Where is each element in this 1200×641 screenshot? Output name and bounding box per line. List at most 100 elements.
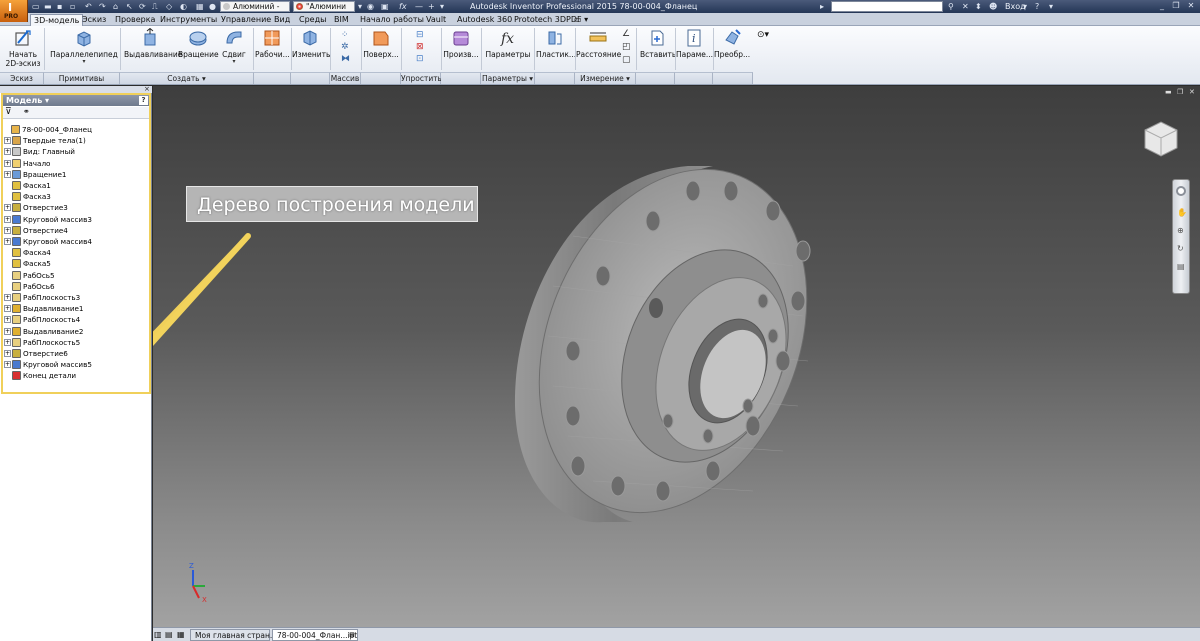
remove-features-icon[interactable]: ⊠ — [416, 42, 426, 52]
expand-icon[interactable]: + — [4, 159, 11, 167]
tree-item[interactable]: + РабПлоскость3 — [4, 292, 80, 303]
tree-item[interactable]: + Начало — [4, 158, 50, 169]
box-button[interactable]: Параллелепипед ▾ — [50, 28, 118, 65]
restore-icon[interactable]: ❐ — [1171, 1, 1181, 11]
search-toggle-icon[interactable]: ▸ — [820, 1, 824, 12]
arrow-icon[interactable]: ↖ — [126, 1, 133, 12]
appearance-combo[interactable]: "Алюмини — [293, 1, 355, 12]
sweep-button[interactable]: Сдвиг ▾ — [220, 28, 248, 65]
convert-button[interactable]: Преобр... — [714, 28, 750, 59]
expand-icon[interactable]: + — [4, 294, 11, 301]
derive-button[interactable]: Произв... — [443, 28, 479, 59]
material-combo[interactable]: Алюминий - — [220, 1, 290, 12]
tree-item[interactable]: Фаска5 — [4, 258, 51, 269]
circular-pattern-icon[interactable]: ✲ — [341, 42, 351, 52]
mirror-icon[interactable]: ⧓ — [341, 54, 351, 64]
open-folder-icon[interactable]: ▬ — [44, 1, 52, 12]
panel-label-create[interactable]: Создать ▾ — [120, 72, 254, 84]
cascade-windows-icon[interactable]: ▤ — [165, 630, 173, 639]
tab-vault[interactable]: Vault — [426, 14, 446, 26]
tree-item[interactable]: Фаска3 — [4, 191, 51, 202]
tab-tools[interactable]: Инструменты — [160, 14, 217, 26]
panel-label-parameters[interactable]: Параметры ▾ — [481, 72, 535, 84]
steering-wheel-icon[interactable] — [1176, 186, 1186, 196]
panel-label-measure[interactable]: Измерение ▾ — [575, 72, 636, 84]
fill-holes-icon[interactable]: ⊡ — [416, 54, 426, 64]
tree-item[interactable]: + Твердые тела(1) — [4, 135, 86, 146]
zoom-icon[interactable]: ⊕ — [1177, 226, 1184, 235]
tree-item[interactable]: + Круговой массив3 — [4, 214, 92, 225]
binoculars-icon[interactable]: ⚲ — [948, 1, 954, 12]
browser-help-icon[interactable]: ? — [139, 96, 148, 105]
viewcube[interactable] — [1137, 116, 1183, 162]
parameters-button[interactable]: fx Параметры — [485, 28, 531, 59]
ribbon-minimize-icon[interactable]: ▭ ▾ — [574, 14, 588, 26]
angle-icon[interactable]: ∠ — [622, 29, 632, 39]
help-dropdown-icon[interactable]: ▾ — [1049, 1, 1053, 12]
tree-item[interactable]: Фаска1 — [4, 180, 51, 191]
print-icon[interactable]: ▫ — [70, 1, 75, 12]
subscription-icon[interactable]: ✕ — [962, 1, 969, 12]
search-input[interactable] — [831, 1, 943, 12]
tree-item[interactable]: + Круговой массив5 — [4, 359, 92, 370]
expand-icon[interactable]: + — [4, 305, 11, 313]
tab-3d-model[interactable]: 3D-модель — [30, 14, 84, 26]
color-icon[interactable]: ◐ — [180, 1, 187, 12]
tab-bim[interactable]: BIM — [334, 14, 349, 26]
tree-item[interactable]: + РабПлоскость4 — [4, 314, 80, 325]
tree-item[interactable]: + Отверстие4 — [4, 225, 68, 236]
tree-item[interactable]: 78-00-004_Фланец — [3, 124, 92, 135]
expand-icon[interactable]: + — [4, 137, 11, 145]
doc-tab-home[interactable]: Моя главная стран... — [190, 629, 277, 641]
expand-icon[interactable]: + — [4, 170, 11, 178]
start-sketch-button[interactable]: Начать 2D-эскиз — [5, 28, 41, 68]
orbit-icon[interactable]: ↻ — [1177, 244, 1184, 253]
tree-item[interactable]: Фаска4 — [4, 247, 51, 258]
filter-icon[interactable]: ⊽ — [5, 107, 12, 117]
tab-autodesk-360[interactable]: Autodesk 360 — [457, 14, 512, 26]
distance-button[interactable]: Расстояние — [576, 28, 621, 59]
app-logo[interactable]: I PRO — [0, 0, 28, 22]
material-browser-icon[interactable]: ◉ — [367, 1, 374, 12]
box-dropdown-icon[interactable]: ▾ — [50, 59, 118, 65]
expand-icon[interactable]: + — [4, 327, 11, 335]
tree-item[interactable]: + Выдавливание1 — [4, 303, 84, 314]
tree-item[interactable]: + Отверстие3 — [4, 202, 68, 213]
tile-windows-icon[interactable]: ▥ — [154, 630, 162, 639]
doc-tab-close-icon[interactable]: ⊠ — [349, 630, 355, 641]
tab-inspect[interactable]: Проверка — [115, 14, 155, 26]
expand-icon[interactable]: + — [4, 204, 11, 212]
expand-icon[interactable]: + — [4, 350, 11, 357]
surface-button[interactable]: Поверх... — [363, 28, 399, 59]
login-dropdown-icon[interactable]: ▾ — [1023, 1, 1027, 12]
tab-get-started[interactable]: Начало работы — [360, 14, 424, 26]
expand-icon[interactable]: + — [4, 215, 11, 223]
sweep-dropdown-icon[interactable]: ▾ — [220, 59, 248, 65]
plastic-part-button[interactable]: Пластик... — [536, 28, 576, 59]
browser-close-icon[interactable]: × — [144, 85, 150, 93]
work-features-button[interactable]: Рабочи... — [255, 28, 290, 59]
expand-icon[interactable]: + — [4, 316, 11, 324]
new-file-icon[interactable]: ▭ — [32, 1, 40, 12]
appearance-dropdown-icon[interactable]: ▾ — [358, 1, 362, 12]
minimize-icon[interactable]: _ — [1157, 1, 1167, 11]
tree-item[interactable]: + Выдавливание2 — [4, 326, 84, 337]
look-at-icon[interactable]: ▤ — [1177, 262, 1185, 271]
layout-icon[interactable]: ▦ — [196, 1, 204, 12]
sphere-icon[interactable]: ● — [209, 1, 216, 12]
doc-tab-flange[interactable]: 78-00-004_Флан...ipt ⊠ — [272, 629, 358, 641]
browser-header[interactable]: Модель ▾ ? — [3, 95, 149, 106]
tab-environments[interactable]: Среды — [299, 14, 326, 26]
extrude-button[interactable]: Выдавливание — [124, 28, 182, 59]
pan-hand-icon[interactable]: ✋ — [1177, 208, 1187, 217]
select-icon[interactable]: ◇ — [166, 1, 172, 12]
fx-icon[interactable]: fx — [399, 1, 407, 12]
area-icon[interactable]: ▢ — [622, 55, 632, 65]
graphics-viewport[interactable]: ▬ ❐ ✕ Z X Дерево построения модели ✋ ⊕ ↻… — [153, 86, 1200, 627]
update-icon[interactable]: ⟳ — [139, 1, 146, 12]
insert-button[interactable]: Вставить — [640, 28, 676, 59]
revolve-button[interactable]: Вращение — [178, 28, 219, 59]
loop-icon[interactable]: ◰ — [622, 42, 632, 52]
expand-icon[interactable]: + — [4, 361, 11, 369]
rect-pattern-icon[interactable]: ⁘ — [341, 30, 351, 40]
